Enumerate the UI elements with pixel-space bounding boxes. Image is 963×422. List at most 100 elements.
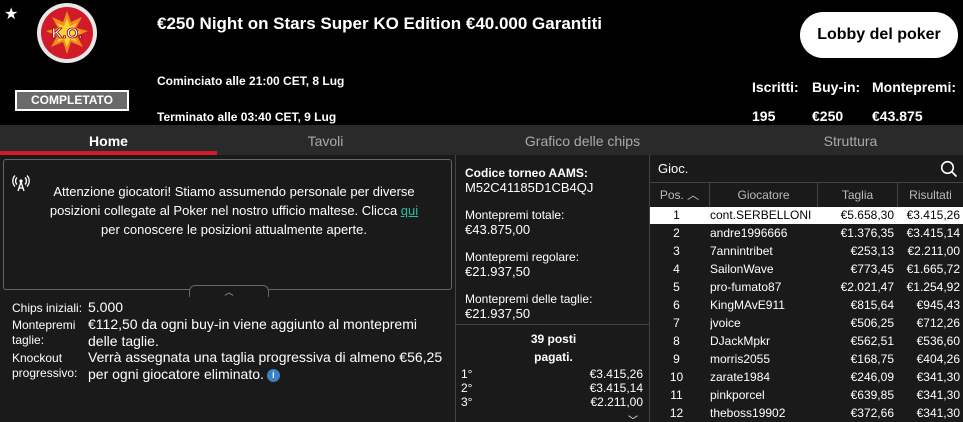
progressive-ko-label: Knockout progressivo:	[12, 351, 78, 380]
player-search[interactable]: Gioc.	[650, 155, 963, 183]
notice-text: Attenzione giocatori! Stiamo assumendo p…	[44, 182, 424, 239]
payout-row: 1° €3.415,26	[456, 367, 651, 381]
table-row[interactable]: 1 cont.SERBELLONI €5.658,30 €3.415,26	[650, 207, 963, 224]
aams-code-label: Codice torneo AAMS:	[465, 166, 588, 180]
player-prize: €712,26	[916, 316, 960, 330]
player-bounty: €246,09	[850, 370, 894, 384]
paid-places: 39 posti pagati.	[456, 330, 651, 366]
player-name: pro-fumato87	[710, 280, 782, 294]
registered-label: Iscritti:	[752, 79, 799, 95]
tab-chip-graph[interactable]: Grafico delle chips	[474, 125, 691, 155]
player-prize: €3.415,14	[906, 226, 960, 240]
payout-amount: €3.415,26	[589, 367, 643, 381]
tournament-header: ★ K.O. COMPLETATO €250 Night on Stars Su…	[0, 0, 963, 125]
status-badge: COMPLETATO	[15, 90, 129, 111]
notice-text-after: per conoscere le posizioni attualmente a…	[101, 222, 367, 237]
player-position: 2	[673, 226, 680, 240]
player-position: 6	[673, 298, 680, 312]
player-name: DJackMpkr	[710, 334, 771, 348]
bounty-pool-value: €112,50 da ogni buy-in viene aggiunto al…	[88, 316, 417, 349]
tab-tables[interactable]: Tavoli	[217, 125, 434, 155]
ko-badge-icon: K.O.	[37, 3, 97, 63]
notice-link[interactable]: qui	[401, 203, 418, 218]
chevron-down-icon[interactable]: ﹀	[628, 412, 638, 422]
table-row[interactable]: 12 theboss19902 €372,66 €341,30	[650, 405, 963, 422]
player-bounty: €253,13	[850, 244, 894, 258]
player-prize: €341,30	[916, 406, 960, 420]
player-name: morris2055	[710, 352, 771, 366]
player-position: 4	[673, 262, 680, 276]
player-position: 12	[669, 406, 684, 420]
aams-code-value: M52C41185D1CB4QJ	[465, 180, 594, 195]
table-row[interactable]: 7 jvoice €506,25 €712,26	[650, 315, 963, 332]
column-header-bounty[interactable]: Taglia	[818, 183, 898, 207]
player-prize: €945,43	[916, 298, 960, 312]
bounty-prize-value: €21.937,50	[465, 306, 531, 321]
player-bounty: €168,75	[850, 352, 894, 366]
notice-box: Attenzione giocatori! Stiamo assumendo p…	[3, 159, 452, 297]
paid-places-count: 39 posti	[530, 332, 577, 346]
registered-value: 195	[752, 108, 776, 124]
player-bounty: €773,45	[850, 262, 894, 276]
buyin-label: Buy-in:	[812, 79, 861, 95]
paid-places-suffix: pagati.	[534, 350, 573, 364]
start-time: Cominciato alle 21:00 CET, 8 Lug	[157, 74, 345, 88]
tournament-title: €250 Night on Stars Super KO Edition €40…	[157, 14, 602, 33]
collapse-toggle[interactable]: ︿	[189, 285, 269, 297]
player-bounty: €1.376,35	[840, 226, 894, 240]
column-header-player[interactable]: Giocatore	[710, 183, 818, 207]
poker-lobby-button[interactable]: Lobby del poker	[800, 12, 958, 58]
total-prize-value: €43.875,00	[465, 222, 531, 237]
favorite-star-icon[interactable]: ★	[4, 4, 18, 24]
player-prize: €536,60	[916, 334, 960, 348]
payout-list[interactable]: 1° €3.415,26 2° €3.415,14 3° €2.211,00	[456, 367, 651, 422]
player-prize: €1.254,92	[906, 280, 960, 294]
payout-amount: €2.211,00	[590, 395, 644, 409]
search-icon[interactable]	[940, 160, 958, 178]
divider	[456, 324, 651, 325]
player-bounty: €639,85	[850, 388, 894, 402]
starting-chips-label: Chips iniziali:	[12, 301, 83, 315]
table-row[interactable]: 11 pinkporcel €639,85 €341,30	[650, 387, 963, 404]
notice-text-before: Attenzione giocatori! Stiamo assumendo p…	[49, 184, 415, 218]
table-row[interactable]: 5 pro-fumato87 €2.021,47 €1.254,92	[650, 279, 963, 296]
table-row[interactable]: 2 andre1996666 €1.376,35 €3.415,14	[650, 225, 963, 242]
tab-structure[interactable]: Struttura	[742, 125, 959, 155]
player-name: SailonWave	[710, 262, 774, 276]
chevron-up-icon: ︿	[224, 287, 234, 297]
regular-prize-label: Montepremi regolare:	[465, 250, 580, 264]
starting-chips-value: 5.000	[88, 299, 124, 315]
player-prize: €1.665,72	[906, 262, 960, 276]
regular-prize-value: €21.937,50	[465, 264, 531, 279]
payout-row: 3° €2.211,00	[456, 395, 651, 409]
player-position: 10	[669, 370, 684, 384]
table-row[interactable]: 9 morris2055 €168,75 €404,26	[650, 351, 963, 368]
column-header-results[interactable]: Risultati	[898, 183, 963, 207]
table-row[interactable]: 10 zarate1984 €246,09 €341,30	[650, 369, 963, 386]
bounty-prize-label: Montepremi delle taglie:	[465, 292, 593, 306]
table-row[interactable]: 6 KingMAvE911 €815,64 €945,43	[650, 297, 963, 314]
player-name: jvoice	[710, 316, 741, 330]
badge-text: K.O.	[52, 25, 83, 42]
column-header-position[interactable]: Pos. ︿	[650, 183, 710, 207]
player-prize: €2.211,00	[907, 244, 961, 258]
player-name: pinkporcel	[710, 388, 765, 402]
table-row[interactable]: 8 DJackMpkr €562,51 €536,60	[650, 333, 963, 350]
info-icon[interactable]: i	[266, 368, 280, 382]
player-bounty: €562,51	[850, 334, 894, 348]
player-position: 1	[673, 208, 680, 222]
search-input[interactable]: Gioc.	[658, 161, 688, 176]
column-header-position-label: Pos.	[659, 188, 684, 202]
table-row[interactable]: 3 7annintribet €253,13 €2.211,00	[650, 243, 963, 260]
player-name: theboss19902	[710, 406, 786, 420]
prizepool-value: €43.875	[872, 108, 923, 124]
prizepool-label: Montepremi:	[872, 79, 956, 95]
broadcast-icon	[12, 175, 30, 192]
payout-place: 1°	[461, 367, 473, 381]
player-position: 7	[673, 316, 680, 330]
player-prize: €404,26	[916, 352, 960, 366]
player-position: 9	[673, 352, 680, 366]
table-row[interactable]: 4 SailonWave €773,45 €1.665,72	[650, 261, 963, 278]
player-prize: €3.415,26	[906, 208, 960, 222]
payout-place: 3°	[461, 395, 473, 409]
